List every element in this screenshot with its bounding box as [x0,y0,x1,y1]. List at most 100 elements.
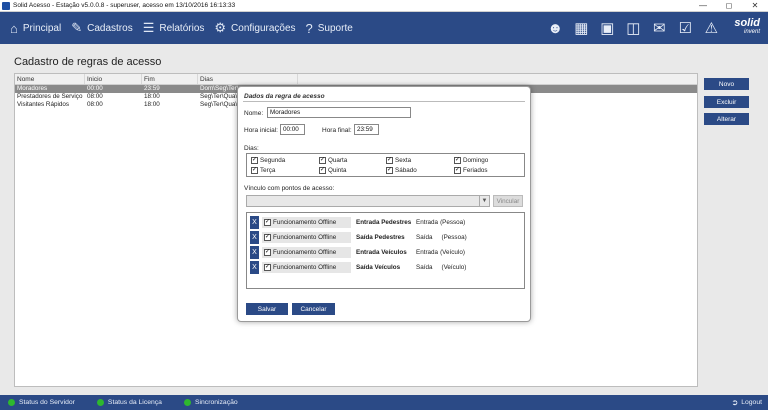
remove-point-button[interactable]: X [250,261,259,274]
days-group: ✓ Segunda ✓ Quarta ✓ Sexta ✓ Domingo ✓ Terça … [246,153,525,177]
nav-configuracoes[interactable]: ⚙ Configurações [214,20,295,36]
col-inicio[interactable]: Inicio [85,74,142,84]
nav-cadastros[interactable]: ✎ Cadastros [71,20,132,36]
day-sabado[interactable]: ✓ Sábado [386,167,417,174]
col-nome[interactable]: Nome [15,74,85,84]
offline-toggle[interactable]: ✓ Funcionamento Offline [262,247,351,258]
dias-label: Dias: [244,145,259,152]
checkbox-checked-icon: ✓ [264,234,271,241]
access-point-select[interactable]: ▼ [246,195,490,207]
day-quinta[interactable]: ✓ Quinta [319,167,347,174]
day-terca[interactable]: ✓ Terça [251,167,275,174]
cell-nome: Moradores [17,85,48,92]
hora-final-input[interactable]: 23:59 [354,124,379,135]
salvar-button[interactable]: Salvar [246,303,288,315]
cancelar-button[interactable]: Cancelar [292,303,335,315]
offline-label: Funcionamento Offline [273,234,337,241]
checkbox-checked-icon: ✓ [454,157,461,164]
window-titlebar: Solid Acesso - Estação v5.0.0.8 - superu… [0,0,768,12]
page-title: Cadastro de regras de acesso [14,56,162,68]
vinculo-label: Vínculo com pontos de acesso: [244,185,335,192]
day-label: Quarta [328,157,348,164]
point-name: Saída Veículos [356,264,401,271]
close-icon[interactable]: ✕ [742,0,768,12]
remove-point-button[interactable]: X [250,246,259,259]
question-icon: ? [305,20,313,36]
status-ok-icon [183,399,191,406]
offline-toggle[interactable]: ✓ Funcionamento Offline [262,262,351,273]
point-direction: Saída [416,264,433,271]
logo-sub: invent [743,29,760,35]
cell-inicio: 08:00 [87,93,103,100]
alert-icon[interactable]: ⚠ [698,15,724,41]
mail-icon[interactable]: ✉ [646,15,672,41]
garage-icon[interactable]: ▣ [594,15,620,41]
window-title: Solid Acesso - Estação v5.0.0.8 - superu… [13,2,236,9]
board-icon[interactable]: ◫ [620,15,646,41]
day-sexta[interactable]: ✓ Sexta [386,157,411,164]
solid-logo: solid invent [734,18,760,37]
nome-input[interactable]: Moradores [267,107,411,118]
nav-label: Relatórios [159,22,205,34]
day-quarta[interactable]: ✓ Quarta [319,157,347,164]
checkbox-checked-icon: ✓ [264,249,271,256]
col-dias[interactable]: Dias [198,74,298,84]
rule-dialog: Dados da regra de acesso Nome: Moradores… [237,86,531,322]
offline-label: Funcionamento Offline [273,219,337,226]
point-name: Entrada Pedestres [356,219,412,226]
vincular-button[interactable]: Vincular [493,195,523,207]
maximize-icon[interactable]: ◻ [716,0,742,12]
point-kind: (Pessoa) [441,234,467,241]
nav-label: Configurações [231,22,296,34]
col-fim[interactable]: Fim [142,74,198,84]
minimize-icon[interactable]: — [690,0,716,12]
checkbox-checked-icon: ✓ [386,167,393,174]
point-direction: Entrada [416,249,439,256]
day-domingo[interactable]: ✓ Domingo [454,157,488,164]
day-segunda[interactable]: ✓ Segunda [251,157,285,164]
offline-label: Funcionamento Offline [273,249,337,256]
list-item: X ✓ Funcionamento Offline Entrada Pedestr… [250,216,465,229]
list-item: X ✓ Funcionamento Offline Saída Veículos … [250,261,466,274]
status-servidor: Status do Servidor [8,399,75,406]
cell-fim: 23:59 [144,85,160,92]
calendar-icon[interactable]: ▦ [568,15,594,41]
checkbox-checked-icon: ✓ [251,157,258,164]
nav-label: Cadastros [87,22,133,34]
nav-suporte[interactable]: ? Suporte [306,21,353,36]
cell-nome: Prestadores de Serviço [17,93,83,100]
cell-inicio: 00:00 [87,85,103,92]
remove-point-button[interactable]: X [250,231,259,244]
nav-label: Principal [22,22,62,34]
checkbox-checked-icon: ✓ [386,157,393,164]
day-label: Segunda [260,157,286,164]
list-item: X ✓ Funcionamento Offline Saída Pedestres… [250,231,467,244]
offline-toggle[interactable]: ✓ Funcionamento Offline [262,217,351,228]
alterar-button[interactable]: Alterar [704,113,749,125]
checkbox-checked-icon: ✓ [264,219,271,226]
point-direction: Saída [416,234,433,241]
hora-inicial-input[interactable]: 00:00 [280,124,305,135]
add-user-icon[interactable]: ☻ [542,15,568,41]
app-icon [2,1,10,10]
checklist-icon[interactable]: ☑ [672,15,698,41]
offline-toggle[interactable]: ✓ Funcionamento Offline [262,232,351,243]
chevron-down-icon[interactable]: ▼ [479,196,489,206]
status-label: Status da Licença [107,399,162,406]
remove-point-button[interactable]: X [250,216,259,229]
logout-icon: ➲ [731,398,739,407]
pencil-icon: ✎ [71,20,83,35]
nome-label: Nome: [244,110,264,117]
day-label: Sexta [395,157,412,164]
point-kind: (Pessoa) [440,219,466,226]
day-feriados[interactable]: ✓ Feriados [454,167,488,174]
gear-icon: ⚙ [214,20,227,35]
status-label: Status do Servidor [19,399,75,406]
checkbox-checked-icon: ✓ [454,167,461,174]
novo-button[interactable]: Novo [704,78,749,90]
nav-relatorios[interactable]: ☰ Relatórios [143,20,205,36]
table-header: Nome Inicio Fim Dias [15,74,697,85]
logout-button[interactable]: ➲ Logout [732,398,763,407]
nav-principal[interactable]: ⌂ Principal [10,21,61,36]
excluir-button[interactable]: Excluir [704,96,749,108]
